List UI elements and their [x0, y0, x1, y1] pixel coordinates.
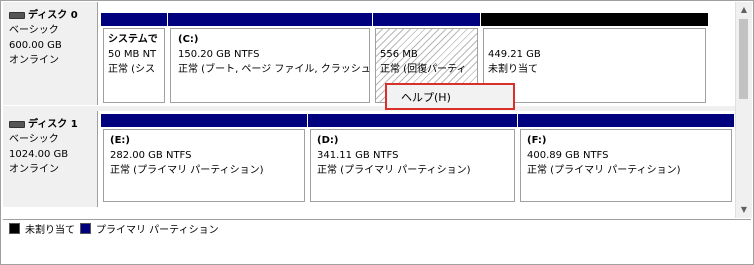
partition-status: 正常 (プライマリ パーティション): [317, 165, 471, 176]
partition-status: 正常 (シス: [108, 64, 156, 75]
partition-status: 正常 (プライマリ パーティション): [527, 165, 681, 176]
disk-status: オンライン: [9, 55, 59, 66]
legend-swatch-primary: [80, 223, 91, 234]
partition-title: (E:): [110, 135, 130, 146]
partition-bar: [518, 114, 734, 127]
partition-status: 正常 (回復パーティ: [380, 64, 467, 75]
partition-bar: [101, 114, 307, 127]
partition-c[interactable]: (C:) 150.20 GB NTFS 正常 (ブート, ページ ファイル, ク…: [168, 13, 372, 105]
partition-title: (F:): [527, 135, 547, 146]
partition-size: 400.89 GB NTFS: [527, 150, 609, 161]
partition-system-reserved[interactable]: システムで 50 MB NT 正常 (シス: [101, 13, 167, 105]
partition-size: 50 MB NT: [108, 49, 157, 60]
partition-bar: [168, 13, 372, 26]
partition-size: 556 MB: [380, 49, 418, 60]
hard-disk-icon: [9, 12, 25, 19]
legend-swatch-unallocated: [9, 223, 20, 234]
scrollbar-thumb[interactable]: [739, 19, 748, 99]
disk-status: オンライン: [9, 164, 59, 175]
partition-size: 150.20 GB NTFS: [178, 49, 260, 60]
disk-0-label[interactable]: ディスク 0 ベーシック 600.00 GB オンライン: [3, 2, 98, 105]
disk-name: ディスク 0: [28, 10, 78, 21]
scroll-up-arrow-icon[interactable]: ▲: [736, 2, 752, 18]
vertical-scrollbar[interactable]: ▲ ▼: [735, 2, 752, 218]
partition-status: 正常 (ブート, ページ ファイル, クラッシュ ダ: [178, 64, 370, 75]
partition-size: 282.00 GB NTFS: [110, 150, 192, 161]
partition-d[interactable]: (D:) 341.11 GB NTFS 正常 (プライマリ パーティション): [308, 114, 517, 204]
partition-title: システムで: [108, 34, 158, 45]
partition-title: (C:): [178, 34, 199, 45]
partition-unallocated[interactable]: 449.21 GB 未割り当て: [481, 13, 708, 105]
scroll-down-arrow-icon[interactable]: ▼: [736, 202, 752, 218]
partition-title: (D:): [317, 135, 339, 146]
context-menu: ヘルプ(H): [385, 83, 515, 110]
partition-bar: [481, 13, 708, 26]
partition-bar: [101, 13, 167, 26]
hard-disk-icon: [9, 121, 25, 128]
disk-1-label[interactable]: ディスク 1 ベーシック 1024.00 GB オンライン: [3, 111, 98, 207]
disk-map-panel: ディスク 0 ベーシック 600.00 GB オンライン システムで 50 MB…: [0, 0, 754, 265]
disk-size: 600.00 GB: [9, 40, 62, 51]
context-menu-help[interactable]: ヘルプ(H): [393, 90, 459, 105]
disk-type: ベーシック: [9, 134, 59, 145]
partition-size: 449.21 GB: [488, 49, 541, 60]
partition-size: 341.11 GB NTFS: [317, 150, 399, 161]
partition-status: 未割り当て: [488, 64, 538, 75]
disk-size: 1024.00 GB: [9, 149, 69, 160]
partition-e[interactable]: (E:) 282.00 GB NTFS 正常 (プライマリ パーティション): [101, 114, 307, 204]
partition-f[interactable]: (F:) 400.89 GB NTFS 正常 (プライマリ パーティション): [518, 114, 734, 204]
row-separator: [3, 106, 736, 111]
partition-bar: [308, 114, 517, 127]
disk-type: ベーシック: [9, 25, 59, 36]
partition-bar: [373, 13, 480, 26]
legend-bar: 未割り当て プライマリ パーティション: [3, 219, 751, 237]
legend-label-primary: プライマリ パーティション: [96, 225, 219, 236]
legend-label-unallocated: 未割り当て: [25, 225, 75, 236]
disk-name: ディスク 1: [28, 119, 78, 130]
partition-status: 正常 (プライマリ パーティション): [110, 165, 264, 176]
